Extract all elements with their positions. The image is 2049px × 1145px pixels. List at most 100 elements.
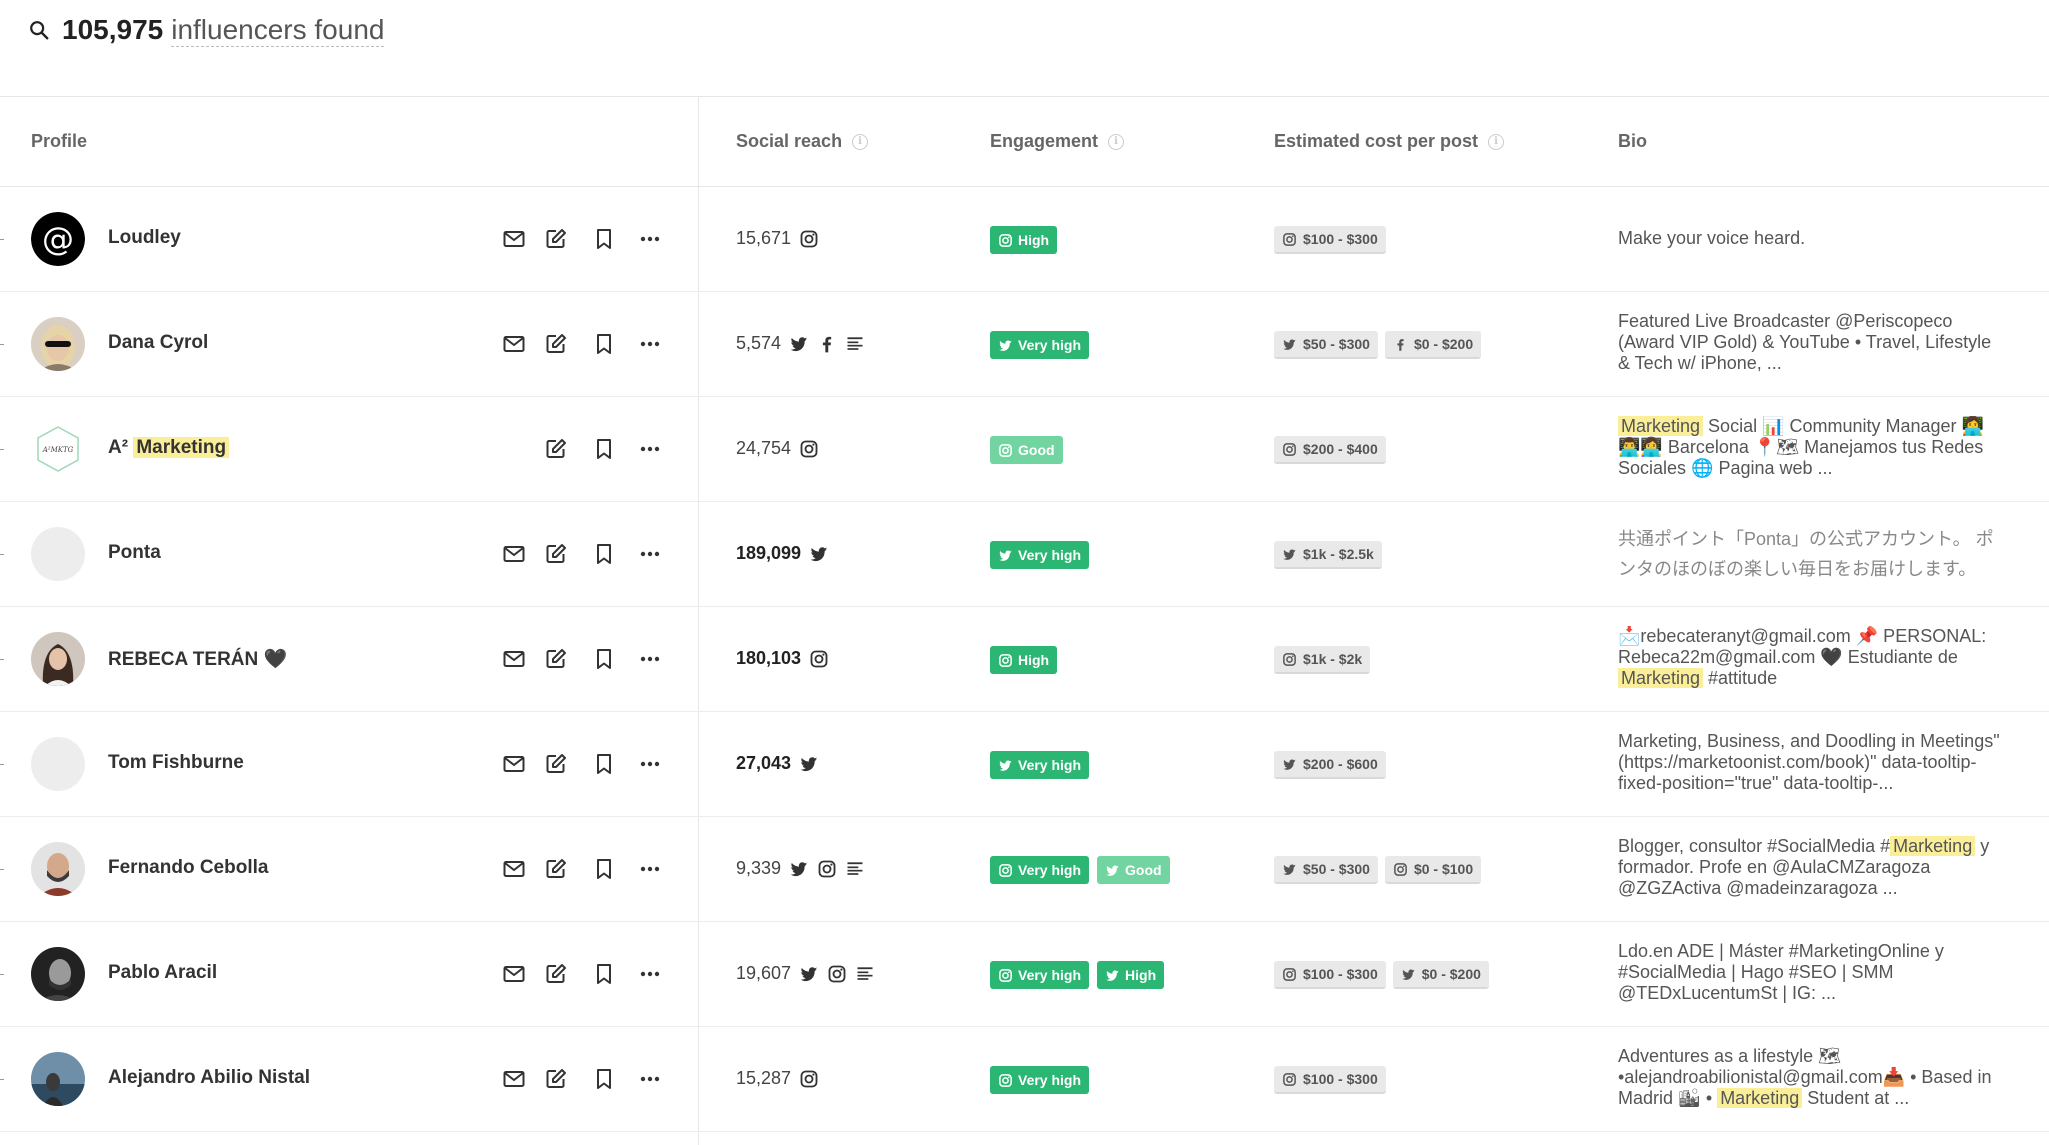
twitter-icon — [1283, 863, 1296, 875]
instagram-icon — [999, 653, 1012, 667]
cost-tag: $50 - $300 — [1274, 331, 1378, 359]
instagram-icon — [1394, 862, 1407, 876]
more-options-icon[interactable] — [636, 645, 664, 673]
table-row[interactable]: REBECA TERÁN 🖤 180,103 High $1k - $2k 📩r… — [0, 607, 2049, 712]
edit-icon[interactable] — [542, 1065, 570, 1093]
social-reach: 9,339 — [736, 858, 865, 879]
bookmark-icon[interactable] — [590, 540, 618, 568]
search-highlight: Marketing — [1618, 416, 1704, 436]
avatar[interactable] — [31, 737, 85, 791]
more-options-icon[interactable] — [636, 435, 664, 463]
table-row[interactable]: @ Loudley 15,671 High $100 - $300 Make y… — [0, 187, 2049, 292]
more-options-icon[interactable] — [636, 750, 664, 778]
table-row[interactable]: Alejandro Abilio Nistal 15,287 Very high… — [0, 1027, 2049, 1132]
engagement-label: Very high — [1018, 337, 1082, 353]
results-count-label[interactable]: influencers found — [171, 14, 385, 47]
profile-name[interactable]: Tom Fishburne — [108, 752, 244, 774]
avatar[interactable] — [31, 317, 85, 371]
edit-icon[interactable] — [542, 855, 570, 883]
edit-icon[interactable] — [542, 330, 570, 358]
twitter-icon — [800, 756, 818, 771]
edit-icon[interactable] — [542, 960, 570, 988]
profile-name[interactable]: A² Marketing — [108, 437, 230, 459]
engagement-badges: Very high — [990, 541, 1097, 569]
avatar[interactable] — [31, 947, 85, 1001]
email-icon[interactable] — [500, 540, 528, 568]
bio-text: Ldo.en ADE | Máster #MarketingOnline y #… — [1618, 941, 1944, 1003]
avatar[interactable] — [31, 1052, 85, 1106]
email-icon[interactable] — [500, 225, 528, 253]
avatar[interactable] — [31, 842, 85, 896]
table-row[interactable]: Tom Fishburne 27,043 Very high $200 - $6… — [0, 712, 2049, 817]
email-icon[interactable] — [500, 750, 528, 778]
bookmark-icon[interactable] — [590, 750, 618, 778]
bookmark-icon[interactable] — [590, 1065, 618, 1093]
instagram-icon — [828, 965, 846, 982]
edit-icon[interactable] — [542, 750, 570, 778]
cost-label: $50 - $300 — [1303, 336, 1370, 352]
table-row[interactable]: Dana Cyrol 5,574 Very high $50 - $300 $0… — [0, 292, 2049, 397]
column-header-cost[interactable]: Estimated cost per post i — [1274, 131, 1505, 152]
profile-name[interactable]: Loudley — [108, 227, 181, 249]
bookmark-icon[interactable] — [590, 330, 618, 358]
profile-name[interactable]: Fernando Cebolla — [108, 857, 268, 879]
more-options-icon[interactable] — [636, 330, 664, 358]
more-options-icon[interactable] — [636, 855, 664, 883]
instagram-icon — [810, 650, 828, 667]
avatar[interactable] — [31, 632, 85, 686]
email-icon[interactable] — [500, 1065, 528, 1093]
avatar[interactable]: A²MKTG — [31, 422, 85, 476]
profile-name[interactable]: Ponta — [108, 542, 161, 564]
profile-name[interactable]: Pablo Aracil — [108, 962, 217, 984]
email-icon[interactable] — [500, 645, 528, 673]
bookmark-icon[interactable] — [590, 855, 618, 883]
table-row[interactable]: Ponta 189,099 Very high $1k - $2.5k 共通ポイ… — [0, 502, 2049, 607]
results-count: 105,975 — [62, 14, 164, 45]
profile-name[interactable]: Alejandro Abilio Nistal — [108, 1067, 310, 1089]
table-row[interactable]: Fernando Cebolla 9,339 Very high Good $5… — [0, 817, 2049, 922]
edit-icon[interactable] — [542, 645, 570, 673]
bookmark-icon[interactable] — [590, 960, 618, 988]
more-options-icon[interactable] — [636, 225, 664, 253]
column-header-reach[interactable]: Social reach i — [736, 131, 869, 152]
edit-icon[interactable] — [542, 225, 570, 253]
engagement-badge: High — [1097, 961, 1165, 989]
profile-name[interactable]: REBECA TERÁN 🖤 — [108, 647, 287, 671]
profile-name-prefix: A² — [108, 437, 129, 458]
reach-count: 180,103 — [736, 648, 802, 668]
engagement-badges: High — [990, 226, 1065, 254]
cost-tags: $1k - $2k — [1274, 646, 1377, 674]
engagement-badges: High — [990, 646, 1065, 674]
engagement-label: High — [1125, 967, 1157, 983]
column-header-profile[interactable]: Profile — [31, 131, 87, 152]
table-row[interactable]: A²MKTG A² Marketing 24,754 Good $200 - $… — [0, 397, 2049, 502]
cost-tags: $50 - $300 $0 - $200 — [1274, 331, 1488, 359]
edit-icon[interactable] — [542, 540, 570, 568]
instagram-icon — [800, 1070, 818, 1087]
column-header-engagement[interactable]: Engagement i — [990, 131, 1125, 152]
bookmark-icon[interactable] — [590, 225, 618, 253]
info-icon[interactable]: i — [852, 133, 869, 150]
email-icon[interactable] — [500, 960, 528, 988]
info-icon[interactable]: i — [1488, 133, 1505, 150]
bookmark-icon[interactable] — [590, 435, 618, 463]
more-options-icon[interactable] — [636, 540, 664, 568]
engagement-badge: Very high — [990, 1066, 1090, 1094]
avatar[interactable] — [31, 527, 85, 581]
reach-count: 19,607 — [736, 963, 792, 983]
table-row[interactable]: Pablo Aracil 19,607 Very high High $100 … — [0, 922, 2049, 1027]
engagement-label: Good — [1018, 442, 1055, 458]
more-options-icon[interactable] — [636, 1065, 664, 1093]
reach-count: 24,754 — [736, 438, 792, 458]
email-icon[interactable] — [500, 330, 528, 358]
engagement-badges: Very high Good — [990, 856, 1178, 884]
more-options-icon[interactable] — [636, 960, 664, 988]
cost-label: $200 - $400 — [1303, 441, 1378, 457]
email-icon[interactable] — [500, 855, 528, 883]
info-icon[interactable]: i — [1108, 133, 1125, 150]
edit-icon[interactable] — [542, 435, 570, 463]
bookmark-icon[interactable] — [590, 645, 618, 673]
engagement-badge: Very high — [990, 331, 1090, 359]
profile-name[interactable]: Dana Cyrol — [108, 332, 208, 354]
avatar[interactable]: @ — [31, 212, 85, 266]
